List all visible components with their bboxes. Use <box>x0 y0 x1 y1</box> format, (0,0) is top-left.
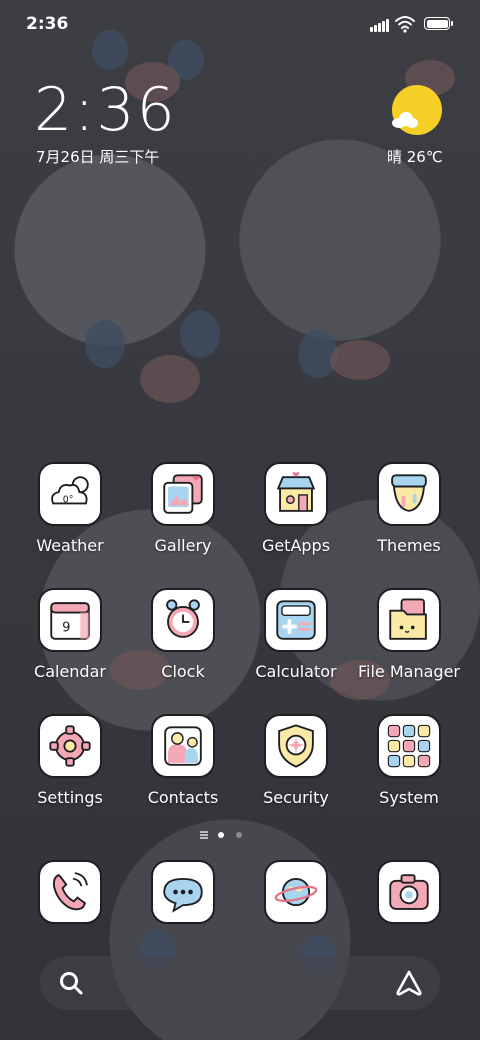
phone-icon <box>38 860 102 924</box>
signal-icon <box>370 18 390 32</box>
app-label: Contacts <box>147 788 219 807</box>
app-label: Calendar <box>34 662 106 681</box>
clock-widget[interactable]: 2:36 <box>34 78 177 142</box>
calculator-icon <box>264 588 328 652</box>
search-bar[interactable] <box>40 956 440 1010</box>
status-time: 2:36 <box>26 14 69 34</box>
app-list-icon <box>200 831 208 839</box>
page-indicator[interactable] <box>200 829 250 841</box>
app-label: Themes <box>377 536 441 555</box>
app-clock[interactable]: Clock <box>127 588 239 698</box>
gear-icon <box>38 714 102 778</box>
app-label: System <box>379 788 439 807</box>
file-manager-icon <box>377 588 441 652</box>
dock-camera[interactable] <box>377 860 441 924</box>
calendar-icon-day: 9 <box>62 620 70 635</box>
calendar-icon: 9 <box>38 588 102 652</box>
app-label: Gallery <box>154 536 212 555</box>
app-label: GetApps <box>261 536 331 555</box>
app-settings[interactable]: Settings <box>14 714 126 824</box>
page-dot-active <box>218 832 224 838</box>
assistant-icon[interactable] <box>394 968 424 998</box>
app-label: Clock <box>161 662 205 681</box>
clock-date: 7月26日 周三下午 <box>36 148 160 166</box>
folder-system[interactable]: System <box>353 714 465 824</box>
alarm-clock-icon <box>151 588 215 652</box>
getapps-icon <box>264 462 328 526</box>
messages-icon <box>151 860 215 924</box>
app-calculator[interactable]: Calculator <box>240 588 352 698</box>
app-contacts[interactable]: Contacts <box>127 714 239 824</box>
page-dot <box>236 832 242 838</box>
app-weather[interactable]: 0° Weather <box>14 462 126 572</box>
app-themes[interactable]: Themes <box>353 462 465 572</box>
search-icon[interactable] <box>58 970 84 996</box>
shield-icon <box>264 714 328 778</box>
themes-icon <box>377 462 441 526</box>
app-label: Security <box>263 788 329 807</box>
app-label: File Manager <box>358 662 460 681</box>
clock-time: 2:36 <box>34 75 177 145</box>
weather-icon-temp: 0° <box>63 494 74 505</box>
cloud-icon <box>392 112 418 128</box>
app-security[interactable]: Security <box>240 714 352 824</box>
battery-icon <box>424 17 453 30</box>
camera-icon <box>377 860 441 924</box>
app-getapps[interactable]: GetApps <box>240 462 352 572</box>
dock-messages[interactable] <box>151 860 215 924</box>
app-gallery[interactable]: Gallery <box>127 462 239 572</box>
wifi-icon <box>395 16 415 33</box>
folder-icon <box>377 714 441 778</box>
app-file-manager[interactable]: File Manager <box>353 588 465 698</box>
app-label: Calculator <box>255 662 337 681</box>
dock-browser[interactable] <box>264 860 328 924</box>
weather-icon: 0° <box>38 462 102 526</box>
gallery-icon <box>151 462 215 526</box>
browser-planet-icon <box>264 860 328 924</box>
app-label: Settings <box>37 788 103 807</box>
app-label: Weather <box>36 536 104 555</box>
weather-summary: 晴 26℃ <box>387 148 443 166</box>
dock-phone[interactable] <box>38 860 102 924</box>
status-bar: 2:36 <box>0 0 480 50</box>
contacts-icon <box>151 714 215 778</box>
app-calendar[interactable]: 9 Calendar <box>14 588 126 698</box>
